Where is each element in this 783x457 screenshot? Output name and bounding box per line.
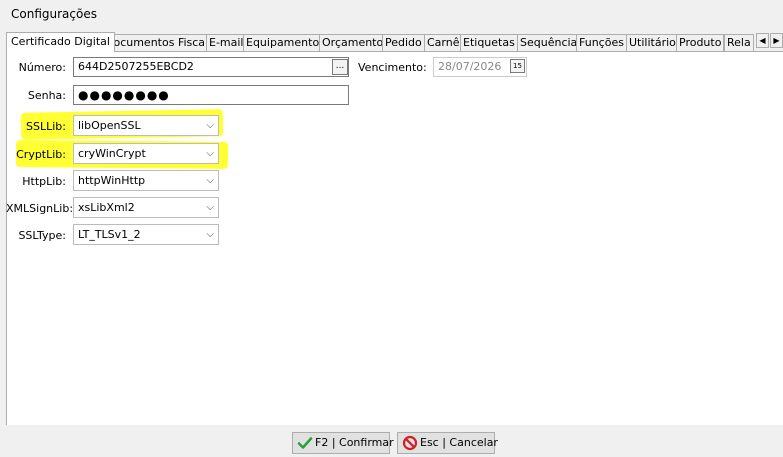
ssltype-label: SSLType: [18, 229, 66, 242]
httplib-value: httpWinHttp [78, 174, 146, 187]
cryptlib-select[interactable]: cryWinCrypt ⌵ [73, 143, 219, 164]
tab-email[interactable]: E-mail [206, 34, 247, 51]
tab-sequencia[interactable]: Sequência [517, 34, 581, 51]
tab-scroll-right-icon[interactable]: ▶ [770, 33, 783, 48]
senha-field[interactable]: ●●●●●●●● [73, 85, 349, 105]
chevron-down-icon: ⌵ [206, 120, 214, 131]
httplib-select[interactable]: httpWinHttp ⌵ [73, 170, 219, 191]
chevron-down-icon: ⌵ [206, 229, 214, 240]
ssllib-select[interactable]: libOpenSSL ⌵ [73, 115, 219, 136]
confirm-button[interactable]: F2 | Confirmar [292, 432, 394, 454]
chevron-down-icon: ⌵ [206, 175, 214, 186]
senha-label: Senha: [27, 89, 66, 102]
checkmark-icon [297, 437, 313, 449]
tab-pedido[interactable]: Pedido [382, 34, 425, 51]
xmlsignlib-label: XMLSignLib: [6, 202, 74, 215]
vencimento-label: Vencimento: [358, 61, 427, 74]
tab-documentos-fiscais[interactable]: Documentos Fiscais [102, 34, 217, 51]
cancel-button[interactable]: Esc | Cancelar [397, 432, 498, 454]
tab-carne[interactable]: Carnê [424, 34, 463, 51]
ssltype-value: LT_TLSv1_2 [78, 228, 141, 241]
numero-field[interactable]: 644D2507255EBCD2 [73, 57, 349, 77]
cancel-label: Esc | Cancelar [420, 436, 498, 449]
calendar-icon[interactable]: 15 [510, 59, 525, 73]
ssllib-label: SSLLib: [26, 120, 66, 133]
tab-utilitario[interactable]: Utilitário [626, 34, 679, 51]
httplib-label: HttpLib: [22, 175, 66, 188]
no-entry-icon [402, 435, 418, 451]
xmlsignlib-select[interactable]: xsLibXml2 ⌵ [73, 197, 219, 218]
cryptlib-label: CryptLib: [16, 148, 66, 161]
tab-equipamentos[interactable]: Equipamentos [243, 34, 328, 51]
tab-funcoes[interactable]: Funções [576, 34, 627, 51]
tab-produto[interactable]: Produto [676, 34, 725, 51]
tab-rela[interactable]: Rela [724, 34, 754, 51]
numero-label: Número: [18, 61, 66, 74]
chevron-down-icon: ⌵ [206, 202, 214, 213]
browse-button[interactable]: ... [332, 59, 348, 75]
tab-orcamento[interactable]: Orçamento [319, 34, 387, 51]
tab-certificado-digital[interactable]: Certificado Digital [6, 32, 115, 52]
cryptlib-value: cryWinCrypt [78, 147, 146, 160]
ssltype-select[interactable]: LT_TLSv1_2 ⌵ [73, 224, 219, 245]
chevron-down-icon: ⌵ [206, 148, 214, 159]
xmlsignlib-value: xsLibXml2 [78, 201, 135, 214]
ssllib-value: libOpenSSL [78, 119, 141, 132]
window-title: Configurações [11, 7, 97, 21]
confirm-label: F2 | Confirmar [315, 436, 394, 449]
tab-etiquetas[interactable]: Etiquetas [460, 34, 518, 51]
tab-scroll-left-icon[interactable]: ◀ [756, 33, 769, 48]
tab-strip: Certificado Digital Documentos Fiscais E… [6, 32, 783, 52]
